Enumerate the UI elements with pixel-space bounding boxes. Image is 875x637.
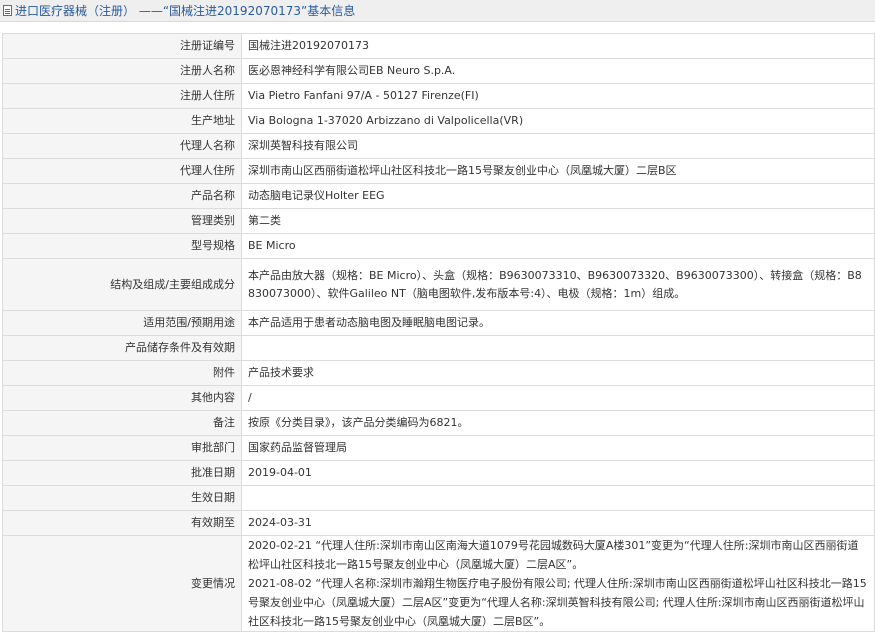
row-value (241, 485, 875, 511)
row-value: 第二类 (241, 208, 875, 234)
row-label: 代理人住所 (2, 158, 242, 184)
row-label: 注册证编号 (2, 33, 242, 59)
row-label: 备注 (2, 410, 242, 436)
table-row: 产品储存条件及有效期 (2, 335, 875, 361)
page-title: 进口医疗器械（注册） ——“国械注进20192070173”基本信息 (15, 4, 356, 18)
detail-panel: 注册证编号 国械注进20192070173 注册人名称 医必恩神经科学有限公司E… (2, 33, 875, 632)
table-row: 代理人名称 深圳英智科技有限公司 (2, 133, 875, 159)
change-entry: 2021-08-02 “代理人名称:深圳市瀚翔生物医疗电子股份有限公司; 代理人… (248, 577, 867, 628)
table-row: 管理类别 第二类 (2, 208, 875, 234)
row-value: Via Bologna 1-37020 Arbizzano di Valpoli… (241, 108, 875, 134)
row-label: 产品储存条件及有效期 (2, 335, 242, 361)
table-row: 附件 产品技术要求 (2, 360, 875, 386)
row-label: 变更情况 (2, 535, 242, 632)
table-row: 注册人名称 医必恩神经科学有限公司EB Neuro S.p.A. (2, 58, 875, 84)
row-value: 本产品由放大器（规格：BE Micro）、头盒（规格：B9630073310、B… (241, 258, 875, 311)
table-row: 注册人住所 Via Pietro Fanfani 97/A - 50127 Fi… (2, 83, 875, 109)
row-value: 2019-04-01 (241, 460, 875, 486)
row-value: 本产品适用于患者动态脑电图及睡眠脑电图记录。 (241, 310, 875, 336)
page-header: 进口医疗器械（注册） ——“国械注进20192070173”基本信息 (0, 0, 875, 22)
detail-table: 注册证编号 国械注进20192070173 注册人名称 医必恩神经科学有限公司E… (2, 33, 875, 632)
table-row-change-history: 变更情况 2020-02-21 “代理人住所:深圳市南山区南海大道1079号花园… (2, 535, 875, 632)
row-value (241, 335, 875, 361)
row-label: 批准日期 (2, 460, 242, 486)
row-value: 2024-03-31 (241, 510, 875, 536)
table-row: 批准日期 2019-04-01 (2, 460, 875, 486)
row-label: 注册人名称 (2, 58, 242, 84)
row-value: / (241, 385, 875, 411)
row-label: 其他内容 (2, 385, 242, 411)
row-label: 结构及组成/主要组成成分 (2, 258, 242, 311)
row-value: 深圳市南山区西丽街道松坪山社区科技北一路15号聚友创业中心（凤凰城大厦）二层B区 (241, 158, 875, 184)
row-value: 深圳英智科技有限公司 (241, 133, 875, 159)
row-value: 国械注进20192070173 (241, 33, 875, 59)
row-value: 动态脑电记录仪Holter EEG (241, 183, 875, 209)
row-value: Via Pietro Fanfani 97/A - 50127 Firenze(… (241, 83, 875, 109)
row-label: 生产地址 (2, 108, 242, 134)
row-label: 注册人住所 (2, 83, 242, 109)
row-label: 管理类别 (2, 208, 242, 234)
table-row: 代理人住所 深圳市南山区西丽街道松坪山社区科技北一路15号聚友创业中心（凤凰城大… (2, 158, 875, 184)
table-row: 适用范围/预期用途 本产品适用于患者动态脑电图及睡眠脑电图记录。 (2, 310, 875, 336)
table-row: 型号规格 BE Micro (2, 233, 875, 259)
row-label: 型号规格 (2, 233, 242, 259)
row-label: 产品名称 (2, 183, 242, 209)
row-value: 国家药品监督管理局 (241, 435, 875, 461)
document-icon (3, 5, 12, 16)
row-value: 医必恩神经科学有限公司EB Neuro S.p.A. (241, 58, 875, 84)
table-row: 审批部门 国家药品监督管理局 (2, 435, 875, 461)
table-row: 注册证编号 国械注进20192070173 (2, 33, 875, 59)
row-label: 代理人名称 (2, 133, 242, 159)
table-row: 备注 按原《分类目录》，该产品分类编码为6821。 (2, 410, 875, 436)
row-label: 审批部门 (2, 435, 242, 461)
table-row: 有效期至 2024-03-31 (2, 510, 875, 536)
row-label: 有效期至 (2, 510, 242, 536)
row-value: BE Micro (241, 233, 875, 259)
table-row: 结构及组成/主要组成成分 本产品由放大器（规格：BE Micro）、头盒（规格：… (2, 258, 875, 311)
table-row: 产品名称 动态脑电记录仪Holter EEG (2, 183, 875, 209)
change-history: 2020-02-21 “代理人住所:深圳市南山区南海大道1079号花园城数码大厦… (241, 535, 875, 632)
row-label: 附件 (2, 360, 242, 386)
row-value: 产品技术要求 (241, 360, 875, 386)
table-row: 其他内容 / (2, 385, 875, 411)
table-row: 生效日期 (2, 485, 875, 511)
row-label: 适用范围/预期用途 (2, 310, 242, 336)
row-value: 按原《分类目录》，该产品分类编码为6821。 (241, 410, 875, 436)
change-entry: 2020-02-21 “代理人住所:深圳市南山区南海大道1079号花园城数码大厦… (248, 539, 859, 571)
row-label: 生效日期 (2, 485, 242, 511)
table-row: 生产地址 Via Bologna 1-37020 Arbizzano di Va… (2, 108, 875, 134)
